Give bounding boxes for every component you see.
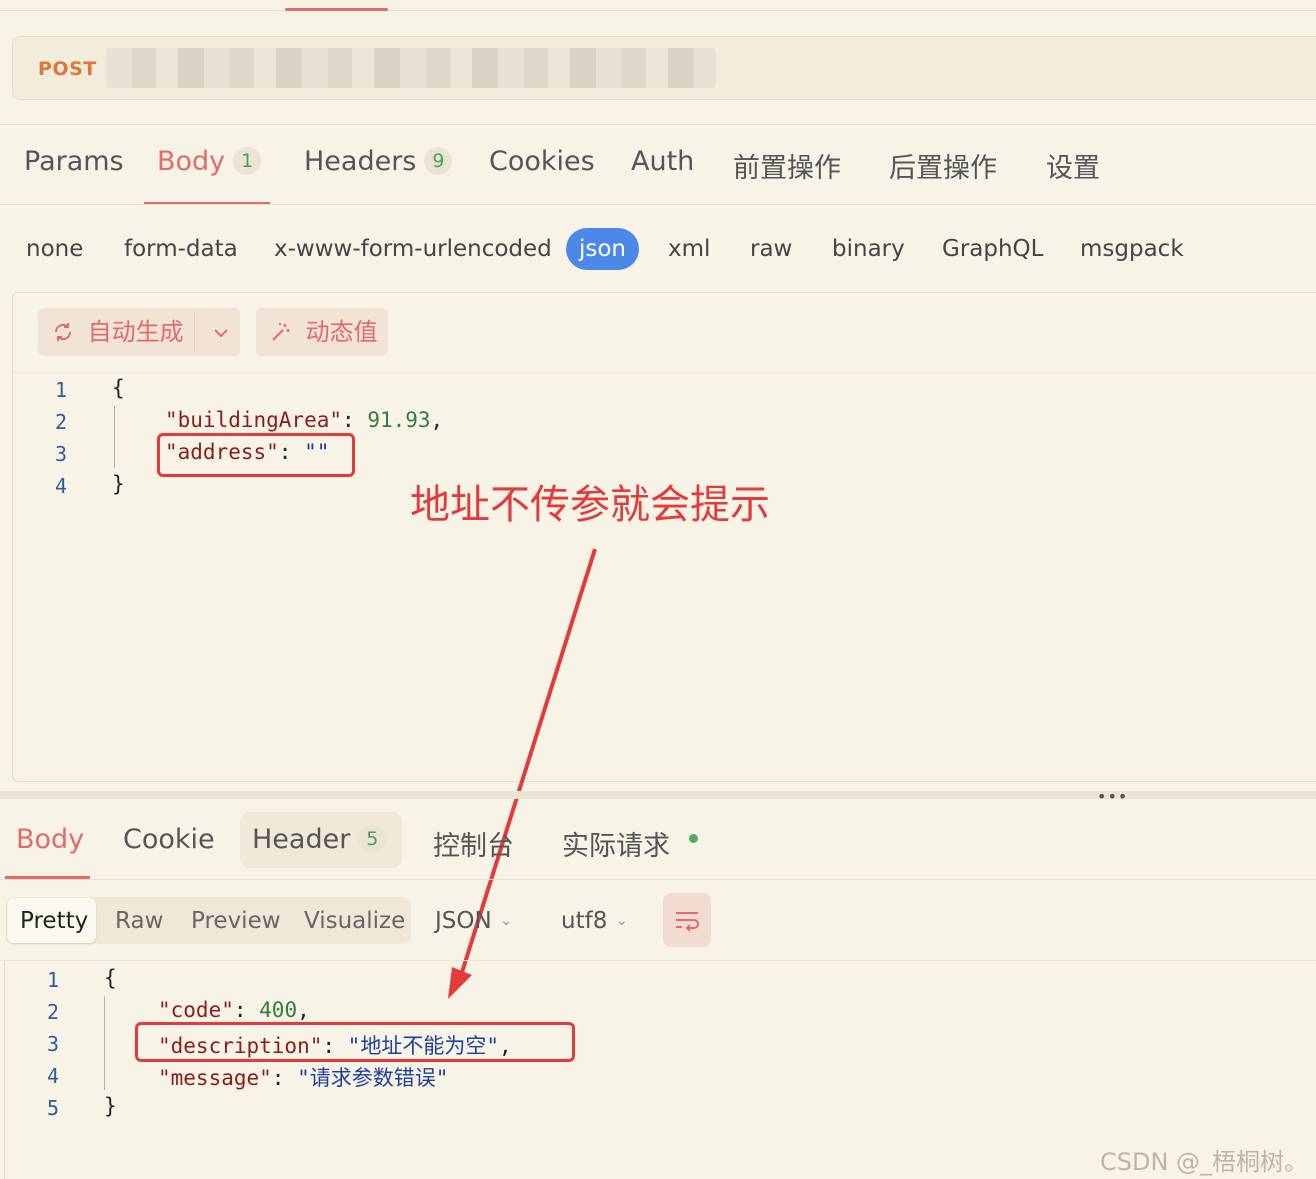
indent-guide — [104, 996, 105, 1090]
code-brace: { — [104, 966, 117, 990]
tab-cookies[interactable]: Cookies — [489, 146, 595, 177]
tab-console[interactable]: 控制台 — [433, 824, 514, 863]
format-select[interactable]: JSON ⌄ — [435, 908, 512, 934]
tab-settings[interactable]: 设置 — [1046, 146, 1100, 185]
highlight-box — [135, 1022, 575, 1062]
json-value: 91.93 — [367, 408, 431, 432]
divider — [12, 372, 1316, 373]
tab-response-header[interactable]: Header 5 — [252, 824, 387, 855]
response-tabs: Body Cookie Header 5 控制台 实际请求 — [0, 820, 1316, 870]
drag-handle-icon[interactable]: ••• — [1097, 787, 1128, 806]
format-value: JSON — [435, 908, 492, 934]
dynamic-value-button[interactable]: 动态值 — [256, 308, 388, 356]
chevron-down-icon: ⌄ — [499, 911, 513, 929]
http-method[interactable]: POST — [38, 58, 97, 80]
code-line[interactable]: "code": 400, — [158, 998, 310, 1022]
chevron-down-icon: ⌄ — [615, 911, 628, 929]
body-type-msgpack[interactable]: msgpack — [1080, 236, 1184, 262]
line-number: 2 — [46, 1000, 60, 1024]
body-type-urlencoded[interactable]: x-www-form-urlencoded — [274, 236, 552, 262]
annotation-arrow — [448, 548, 597, 999]
highlight-box — [157, 433, 355, 477]
tab-label: Params — [24, 146, 124, 177]
view-mode-pretty[interactable]: Pretty — [20, 908, 88, 934]
divider — [0, 879, 1316, 880]
tab-response-body[interactable]: Body — [16, 824, 84, 855]
view-mode-preview[interactable]: Preview — [191, 908, 281, 934]
json-key: "code" — [158, 998, 234, 1022]
body-type-graphql[interactable]: GraphQL — [942, 236, 1043, 262]
divider — [0, 960, 1316, 961]
body-type-none[interactable]: none — [26, 236, 83, 262]
code-line[interactable]: "buildingArea": 91.93, — [165, 408, 443, 432]
tab-actual-request[interactable]: 实际请求 — [562, 824, 670, 863]
tab-body[interactable]: Body 1 — [157, 146, 262, 177]
indent-guide — [114, 406, 115, 468]
chevron-down-icon[interactable] — [204, 308, 238, 356]
code-brace: } — [104, 1094, 117, 1118]
divider — [0, 124, 1316, 125]
line-number: 4 — [46, 1064, 60, 1088]
line-number: 2 — [54, 410, 68, 434]
code-line[interactable]: "message": "请求参数错误" — [158, 1062, 448, 1092]
tab-label: Auth — [631, 146, 695, 177]
tab-label: 设置 — [1046, 153, 1100, 184]
line-number: 1 — [46, 968, 60, 992]
tab-label: 后置操作 — [889, 153, 997, 184]
wrap-lines-button[interactable] — [663, 893, 711, 947]
line-number: 3 — [46, 1032, 60, 1056]
json-value: 400 — [259, 998, 298, 1022]
encoding-value: utf8 — [561, 908, 608, 934]
tab-pre-processors[interactable]: 前置操作 — [733, 146, 841, 185]
view-mode-visualize[interactable]: Visualize — [304, 908, 405, 934]
code-brace: { — [112, 376, 125, 400]
watermark: CSDN @_梧桐树。 — [1100, 1148, 1309, 1176]
count-badge: 1 — [233, 147, 262, 175]
body-type-xml[interactable]: xml — [668, 236, 710, 262]
tab-label: Header — [252, 824, 351, 855]
auto-generate-label: 自动生成 — [87, 318, 184, 346]
json-value: "请求参数错误" — [297, 1066, 449, 1090]
tab-headers[interactable]: Headers 9 — [304, 146, 453, 177]
body-type-binary[interactable]: binary — [832, 236, 905, 262]
view-mode-raw[interactable]: Raw — [115, 908, 163, 934]
body-type-form-data[interactable]: form-data — [124, 236, 238, 262]
top-divider — [0, 10, 1316, 11]
tab-params[interactable]: Params — [24, 146, 124, 177]
tab-post-processors[interactable]: 后置操作 — [889, 146, 997, 185]
json-key: "buildingArea" — [165, 408, 343, 432]
encoding-select[interactable]: utf8 ⌄ — [561, 908, 628, 934]
dynamic-value-label: 动态值 — [305, 318, 378, 346]
line-number: 1 — [54, 378, 68, 402]
request-tabs: Params Body 1 Headers 9 Cookies Auth 前置操作 … — [0, 146, 1316, 192]
refresh-icon — [52, 318, 82, 346]
divider — [0, 204, 1316, 205]
line-number: 4 — [54, 474, 68, 498]
json-key: "message" — [158, 1066, 272, 1090]
code-brace: } — [112, 472, 125, 496]
request-body-editor — [12, 292, 1316, 782]
magic-wand-icon — [270, 318, 300, 346]
body-type-raw[interactable]: raw — [750, 236, 792, 262]
active-tab-indicator — [285, 8, 388, 11]
count-badge: 9 — [424, 147, 453, 175]
count-badge: 5 — [358, 825, 387, 853]
wrap-icon — [676, 912, 699, 932]
tab-label: Cookies — [489, 146, 595, 177]
line-number: 3 — [54, 442, 68, 466]
tab-label: Body — [157, 146, 226, 177]
tab-label: Headers — [304, 146, 417, 177]
url-input-blurred[interactable] — [106, 48, 716, 88]
status-dot — [689, 834, 698, 843]
line-number: 5 — [46, 1096, 60, 1120]
tab-label: 前置操作 — [733, 153, 841, 184]
tab-response-cookie[interactable]: Cookie — [123, 824, 215, 855]
button-divider — [194, 312, 195, 352]
tab-auth[interactable]: Auth — [631, 146, 694, 177]
annotation-text: 地址不传参就会提示 — [410, 482, 770, 528]
body-type-json[interactable]: json — [566, 228, 639, 270]
